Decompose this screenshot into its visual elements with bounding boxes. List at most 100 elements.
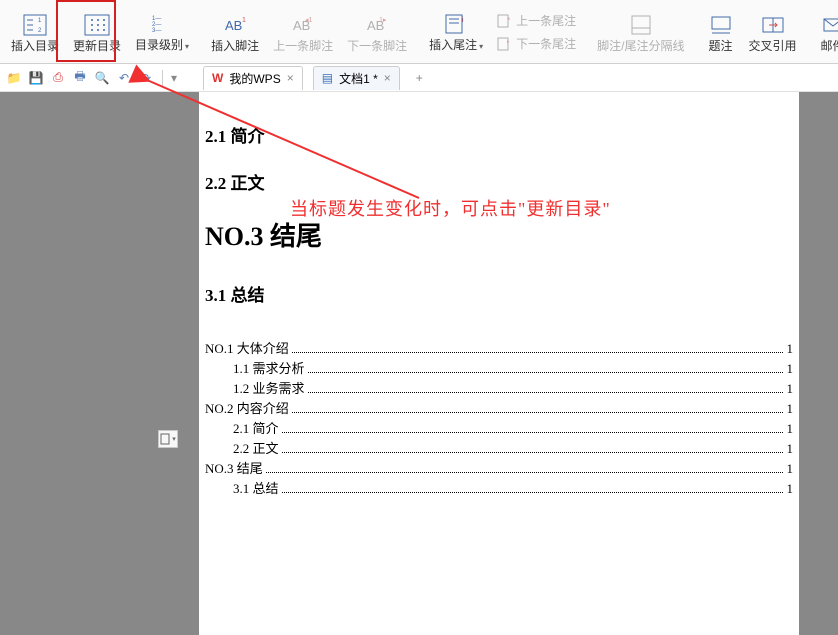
toc-title: 1.2 业务需求	[205, 378, 307, 397]
dropdown-caret-icon[interactable]: ▾	[171, 71, 177, 85]
cross-ref-label: 交叉引用	[749, 39, 797, 53]
next-footnote-button[interactable]: AB1▸ 下一条脚注	[340, 5, 414, 59]
redo-icon[interactable]: ↷	[138, 70, 154, 86]
quick-access-toolbar: 📁 💾 ⎙ 🖶 🔍 ↶ ↷ ▾ W 我的WPS × ▤ 文档1 * × +	[0, 64, 838, 92]
separator	[162, 70, 163, 86]
page-area: 2.1 简介 2.2 正文 NO.3 结尾 3.1 总结 NO.1 大体介绍11…	[20, 92, 838, 635]
footnote-sep-label: 脚注/尾注分隔线	[597, 39, 684, 53]
export-pdf-icon[interactable]: ⎙	[50, 70, 66, 86]
toc-title: 3.1 总结	[205, 478, 281, 497]
heading-3-1: 3.1 总结	[205, 281, 793, 306]
next-endnote-button[interactable]: ▸ 下一条尾注	[496, 33, 576, 55]
svg-text:i: i	[462, 17, 464, 24]
undo-icon[interactable]: ↶	[116, 70, 132, 86]
svg-text:2: 2	[38, 28, 42, 34]
toc-row[interactable]: NO.2 内容介绍 1	[205, 398, 793, 416]
toc-page: 1	[783, 481, 794, 497]
open-icon[interactable]: 📁	[6, 70, 22, 86]
toc-title: 1.1 需求分析	[205, 358, 307, 377]
heading-no3: NO.3 结尾	[205, 216, 793, 253]
save-icon[interactable]: 💾	[28, 70, 44, 86]
close-icon[interactable]: ×	[287, 71, 294, 85]
table-of-contents: NO.1 大体介绍11.1 需求分析11.2 业务需求1NO.2 内容介绍12.…	[205, 338, 793, 496]
toc-row[interactable]: NO.3 结尾 1	[205, 458, 793, 476]
toc-row[interactable]: 1.1 需求分析 1	[205, 358, 793, 376]
tab-wps-home[interactable]: W 我的WPS ×	[203, 66, 303, 90]
svg-text:1: 1	[38, 18, 42, 24]
close-icon[interactable]: ×	[384, 71, 391, 85]
prev-footnote-icon: AB◂1	[289, 11, 317, 39]
svg-text:▸: ▸	[507, 39, 510, 45]
doc-icon: ▤	[322, 71, 333, 85]
prev-footnote-button[interactable]: AB◂1 上一条脚注	[266, 5, 340, 59]
left-gutter	[0, 92, 20, 635]
insert-toc-button[interactable]: 12 插入目录	[4, 5, 66, 59]
toc-row[interactable]: 3.1 总结 1	[205, 478, 793, 496]
cross-ref-button[interactable]: 交叉引用	[742, 5, 804, 59]
toc-page: 1	[783, 361, 794, 377]
svg-text:1: 1	[242, 17, 246, 24]
toc-row[interactable]: 2.1 简介1	[205, 418, 793, 436]
mail-icon	[819, 11, 838, 39]
toc-row[interactable]: 1.2 业务需求1	[205, 378, 793, 396]
ribbon: 12 插入目录 更新目录 1—2—3— 目录级别▾ AB1 插入脚注 AB◂1 …	[0, 0, 838, 64]
print-icon[interactable]: 🖶	[72, 70, 88, 86]
paste-options-button[interactable]	[158, 430, 178, 448]
toc-page: 1	[783, 461, 794, 477]
prev-endnote-label: 上一条尾注	[516, 12, 576, 29]
caption-label: 题注	[708, 39, 732, 53]
caption-button[interactable]: 题注	[700, 5, 742, 59]
tab-wps-home-label: 我的WPS	[229, 70, 280, 87]
add-tab-button[interactable]: +	[410, 71, 429, 85]
toc-page: 1	[783, 341, 794, 357]
toc-icon: 12	[21, 11, 49, 39]
separator-line-icon	[627, 11, 655, 39]
document-page[interactable]: 2.1 简介 2.2 正文 NO.3 结尾 3.1 总结 NO.1 大体介绍11…	[199, 92, 799, 635]
next-footnote-icon: AB1▸	[363, 11, 391, 39]
toc-title: NO.3 结尾	[205, 458, 265, 477]
svg-text:1▸: 1▸	[379, 17, 387, 24]
caret-down-icon: ▾	[185, 42, 189, 51]
clipboard-icon	[160, 433, 170, 445]
toc-title: 2.1 简介	[205, 418, 281, 437]
insert-endnote-button[interactable]: i 插入尾注▾	[422, 5, 490, 59]
toc-page: 1	[783, 401, 794, 417]
tab-document-1-label: 文档1 *	[339, 70, 378, 87]
caret-down-icon: ▾	[479, 42, 483, 51]
footnote-sep-button[interactable]: 脚注/尾注分隔线	[590, 5, 691, 59]
toc-title: 2.2 正文	[205, 438, 281, 457]
insert-footnote-label: 插入脚注	[211, 39, 259, 53]
svg-text:3—: 3—	[152, 28, 161, 34]
wps-logo-icon: W	[212, 71, 223, 85]
toc-page: 1	[783, 441, 794, 457]
next-footnote-label: 下一条脚注	[347, 39, 407, 53]
endnote-icon: i	[442, 10, 470, 38]
insert-footnote-button[interactable]: AB1 插入脚注	[204, 5, 266, 59]
svg-text:AB: AB	[225, 18, 242, 33]
mail-label: 邮件	[821, 39, 838, 53]
toc-row[interactable]: 2.2 正文 1	[205, 438, 793, 456]
cross-ref-icon	[759, 11, 787, 39]
footnote-icon: AB1	[221, 11, 249, 39]
toc-level-label: 目录级别	[135, 38, 183, 52]
toc-title: NO.1 大体介绍	[205, 338, 291, 357]
update-toc-label: 更新目录	[73, 39, 121, 53]
heading-2-1: 2.1 简介	[205, 122, 793, 147]
insert-toc-label: 插入目录	[11, 39, 59, 53]
tab-document-1[interactable]: ▤ 文档1 * ×	[313, 66, 400, 90]
mail-button[interactable]: 邮件	[812, 5, 838, 59]
svg-text:◂1: ◂1	[305, 17, 313, 24]
insert-endnote-label: 插入尾注	[429, 38, 477, 52]
print-preview-icon[interactable]: 🔍	[94, 70, 110, 86]
next-endnote-label: 下一条尾注	[516, 35, 576, 52]
toc-title: NO.2 内容介绍	[205, 398, 291, 417]
prev-endnote-button[interactable]: ◂ 上一条尾注	[496, 10, 576, 32]
toc-row[interactable]: NO.1 大体介绍 1	[205, 338, 793, 356]
caption-icon	[707, 11, 735, 39]
workspace: 2.1 简介 2.2 正文 NO.3 结尾 3.1 总结 NO.1 大体介绍11…	[0, 92, 838, 635]
update-toc-button[interactable]: 更新目录	[66, 5, 128, 59]
heading-2-2: 2.2 正文	[205, 169, 793, 194]
prev-footnote-label: 上一条脚注	[273, 39, 333, 53]
svg-text:◂: ◂	[507, 16, 510, 22]
toc-level-button[interactable]: 1—2—3— 目录级别▾	[128, 5, 196, 59]
